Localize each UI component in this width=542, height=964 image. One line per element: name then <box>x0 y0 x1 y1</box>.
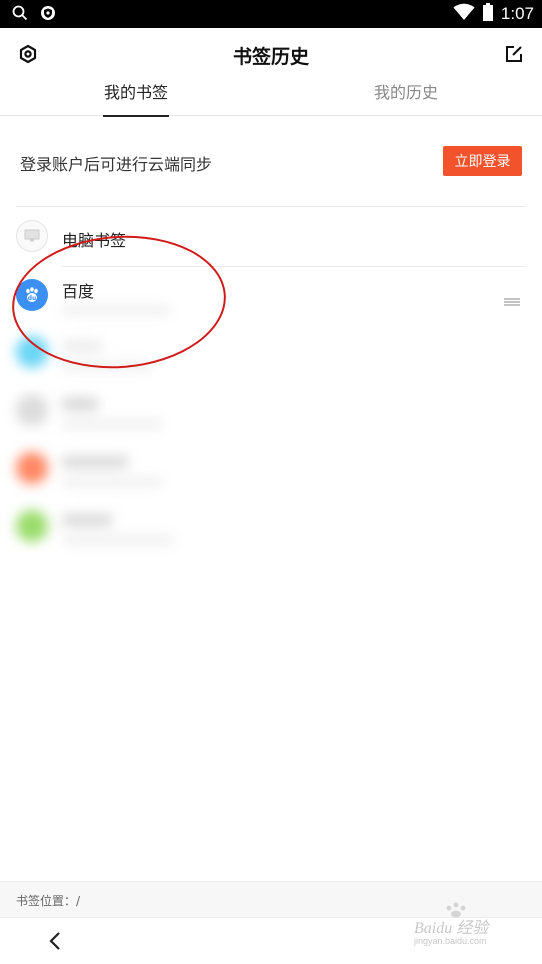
bookmark-name: 百度 <box>62 282 95 301</box>
login-button[interactable]: 立即登录 <box>443 146 522 176</box>
bookmark-location: 书签位置：/ <box>16 894 81 908</box>
header: 书签历史 <box>0 28 542 80</box>
watermark: Baidu 经验 jingyan.baidu.com <box>398 902 518 952</box>
list-item[interactable] <box>0 324 542 382</box>
site-icon <box>16 452 48 484</box>
monitor-icon <box>16 220 48 252</box>
wifi-icon <box>453 3 475 25</box>
divider <box>16 206 526 207</box>
login-prompt: 登录账户后可进行云端同步 立即登录 <box>0 117 542 207</box>
edit-icon[interactable] <box>502 42 526 66</box>
bookmark-name: 电脑书签 <box>62 231 127 250</box>
tab-my-bookmarks[interactable]: 我的书签 <box>103 80 169 117</box>
watermark-url: jingyan.baidu.com <box>414 936 487 946</box>
site-icon <box>16 336 48 368</box>
login-prompt-text: 登录账户后可进行云端同步 <box>20 155 213 174</box>
page-title: 书签历史 <box>232 46 309 68</box>
battery-icon <box>482 3 493 25</box>
tab-bar: 我的书签 我的历史 <box>0 80 542 117</box>
back-arrow-icon[interactable] <box>42 928 68 954</box>
bookmark-url <box>62 306 170 314</box>
bookmark-folder-pc[interactable]: 电脑书签 <box>0 208 542 266</box>
baidu-paw-icon: du <box>16 279 48 311</box>
status-bar: 1:07 <box>0 0 542 28</box>
list-item[interactable] <box>0 440 542 498</box>
drag-handle-icon[interactable] <box>504 291 520 310</box>
search-icon <box>12 5 28 25</box>
shield-icon <box>40 5 56 25</box>
tab-my-history[interactable]: 我的历史 <box>372 80 440 116</box>
status-time: 1:07 <box>500 4 534 23</box>
watermark-text: Baidu 经验 <box>414 920 489 937</box>
site-icon <box>16 510 48 542</box>
bookmark-baidu[interactable]: du 百度 <box>0 266 542 324</box>
svg-text:du: du <box>28 295 37 302</box>
list-item[interactable] <box>0 382 542 440</box>
site-icon <box>16 394 48 426</box>
list-item[interactable] <box>0 498 542 556</box>
